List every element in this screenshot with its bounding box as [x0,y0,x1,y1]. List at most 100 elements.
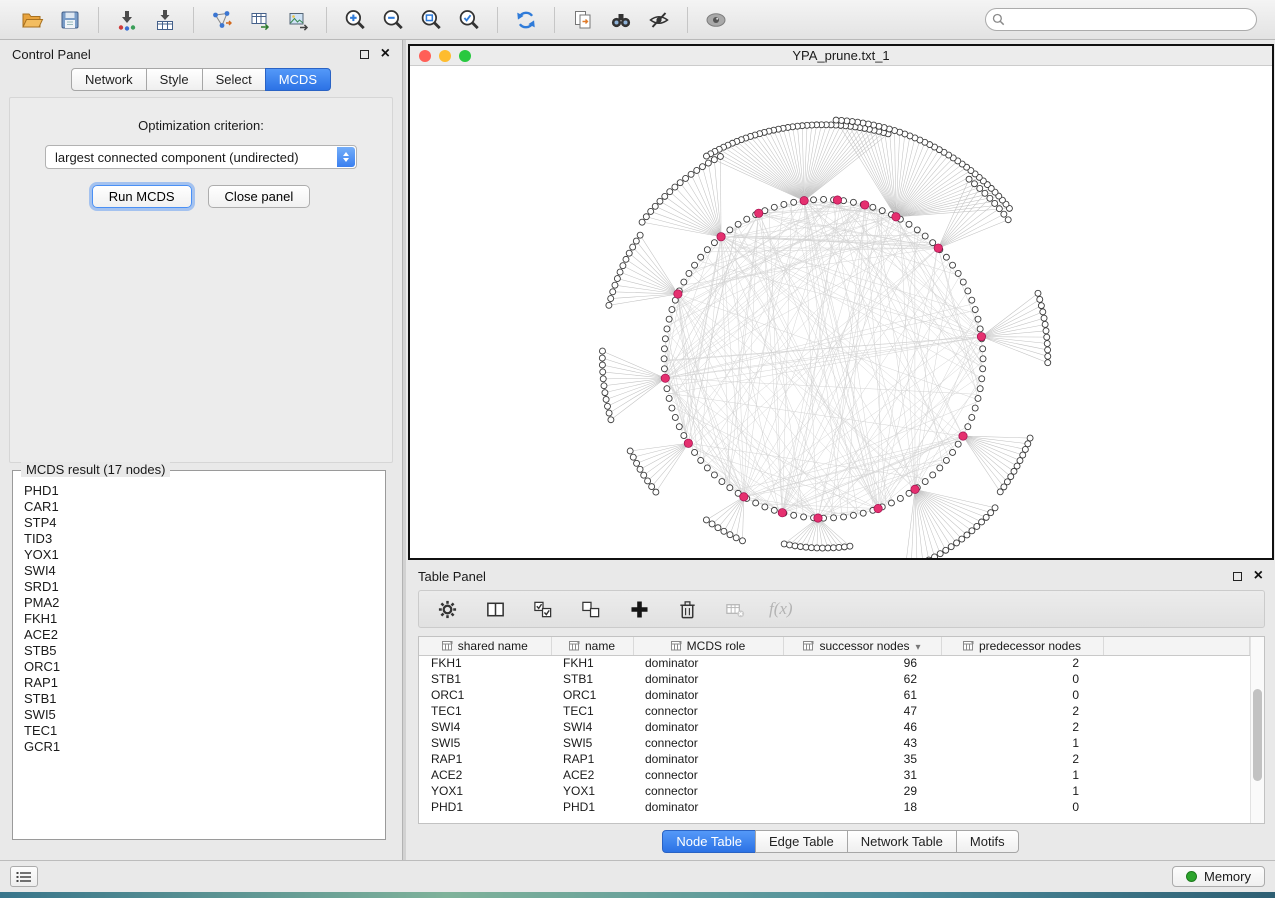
zoom-out-icon[interactable] [379,6,407,34]
cell-name[interactable]: ORC1 [551,687,633,703]
network-canvas[interactable] [410,66,1272,558]
table-scrollbar[interactable] [1250,637,1264,823]
import-network-icon[interactable] [113,6,141,34]
scrollbar-thumb[interactable] [1253,689,1262,781]
cell-shared-name[interactable]: ORC1 [419,687,551,703]
window-maximize-button[interactable] [459,50,471,62]
cell-name[interactable]: FKH1 [551,655,633,671]
cell-shared-name[interactable]: YOX1 [419,783,551,799]
cell-MCDS-role[interactable]: dominator [633,687,783,703]
table-row[interactable]: YOX1YOX1connector291 [419,783,1250,799]
close-panel-button[interactable]: Close panel [208,185,311,208]
search-binoculars-icon[interactable] [607,6,635,34]
cell-predecessor-nodes[interactable]: 2 [941,703,1103,719]
cell-successor-nodes[interactable]: 31 [783,767,941,783]
zoom-in-icon[interactable] [341,6,369,34]
mcds-result-item[interactable]: SWI5 [24,707,374,723]
cell-successor-nodes[interactable]: 96 [783,655,941,671]
mcds-result-item[interactable]: ACE2 [24,627,374,643]
zoom-fit-icon[interactable] [417,6,445,34]
run-mcds-button[interactable]: Run MCDS [92,185,192,208]
cell-name[interactable]: PHD1 [551,799,633,815]
table-row[interactable]: PHD1PHD1dominator180 [419,799,1250,815]
tab-network[interactable]: Network [71,68,147,91]
cell-shared-name[interactable]: SWI4 [419,719,551,735]
network-graph[interactable] [410,66,1272,558]
save-session-icon[interactable] [56,6,84,34]
mcds-result-item[interactable]: RAP1 [24,675,374,691]
zoom-selected-icon[interactable] [455,6,483,34]
mcds-result-item[interactable]: TID3 [24,531,374,547]
tab-mcds[interactable]: MCDS [265,68,331,91]
refresh-layout-icon[interactable] [512,6,540,34]
tab-style[interactable]: Style [146,68,203,91]
cell-successor-nodes[interactable]: 61 [783,687,941,703]
mcds-result-item[interactable]: YOX1 [24,547,374,563]
cell-predecessor-nodes[interactable]: 1 [941,783,1103,799]
cell-successor-nodes[interactable]: 47 [783,703,941,719]
table-row[interactable]: ORC1ORC1dominator610 [419,687,1250,703]
table-tab-motifs[interactable]: Motifs [956,830,1019,853]
cell-successor-nodes[interactable]: 43 [783,735,941,751]
float-panel-icon[interactable] [360,50,369,59]
column-header-shared-name[interactable]: shared name [419,637,551,655]
cell-shared-name[interactable]: SWI5 [419,735,551,751]
search-input[interactable] [985,8,1257,31]
cell-shared-name[interactable]: TEC1 [419,703,551,719]
export-table-icon[interactable] [246,6,274,34]
cell-name[interactable]: SWI4 [551,719,633,735]
cell-predecessor-nodes[interactable]: 0 [941,687,1103,703]
cell-name[interactable]: RAP1 [551,751,633,767]
cell-successor-nodes[interactable]: 35 [783,751,941,767]
cell-MCDS-role[interactable]: dominator [633,751,783,767]
cell-MCDS-role[interactable]: connector [633,783,783,799]
table-tab-network-table[interactable]: Network Table [847,830,957,853]
cell-MCDS-role[interactable]: connector [633,703,783,719]
tab-select[interactable]: Select [202,68,266,91]
delete-column-trash-icon[interactable] [673,595,701,623]
add-column-icon[interactable] [625,595,653,623]
cell-shared-name[interactable]: ACE2 [419,767,551,783]
cell-MCDS-role[interactable]: dominator [633,719,783,735]
cell-predecessor-nodes[interactable]: 0 [941,799,1103,815]
mcds-result-item[interactable]: SWI4 [24,563,374,579]
cell-shared-name[interactable]: RAP1 [419,751,551,767]
cell-shared-name[interactable]: FKH1 [419,655,551,671]
table-row[interactable]: SWI5SWI5connector431 [419,735,1250,751]
table-row[interactable]: STB1STB1dominator620 [419,671,1250,687]
criterion-dropdown[interactable]: largest connected component (undirected) [45,145,357,169]
task-history-button[interactable] [10,866,38,887]
cell-predecessor-nodes[interactable]: 2 [941,719,1103,735]
cell-name[interactable]: STB1 [551,671,633,687]
cell-successor-nodes[interactable]: 62 [783,671,941,687]
show-columns-icon[interactable] [481,595,509,623]
clone-network-icon[interactable] [569,6,597,34]
mcds-result-item[interactable]: SRD1 [24,579,374,595]
open-file-icon[interactable] [18,6,46,34]
cell-predecessor-nodes[interactable]: 2 [941,751,1103,767]
window-close-button[interactable] [419,50,431,62]
mcds-result-item[interactable]: FKH1 [24,611,374,627]
cell-name[interactable]: ACE2 [551,767,633,783]
export-network-icon[interactable] [208,6,236,34]
cell-name[interactable]: SWI5 [551,735,633,751]
mcds-result-item[interactable]: STB1 [24,691,374,707]
cell-shared-name[interactable]: PHD1 [419,799,551,815]
column-header-name[interactable]: name [551,637,633,655]
mcds-result-item[interactable]: CAR1 [24,499,374,515]
cell-MCDS-role[interactable]: dominator [633,799,783,815]
table-tab-edge-table[interactable]: Edge Table [755,830,848,853]
table-tab-node-table[interactable]: Node Table [662,830,756,853]
mcds-result-item[interactable]: ORC1 [24,659,374,675]
cell-predecessor-nodes[interactable]: 2 [941,655,1103,671]
cell-MCDS-role[interactable]: dominator [633,655,783,671]
mcds-result-item[interactable]: PMA2 [24,595,374,611]
cell-predecessor-nodes[interactable]: 1 [941,735,1103,751]
float-panel-icon[interactable] [1233,572,1242,581]
mcds-result-item[interactable]: PHD1 [24,483,374,499]
deselect-all-rows-icon[interactable] [577,595,605,623]
cell-predecessor-nodes[interactable]: 0 [941,671,1103,687]
cell-predecessor-nodes[interactable]: 1 [941,767,1103,783]
close-panel-icon[interactable]: × [381,48,390,60]
cell-successor-nodes[interactable]: 29 [783,783,941,799]
